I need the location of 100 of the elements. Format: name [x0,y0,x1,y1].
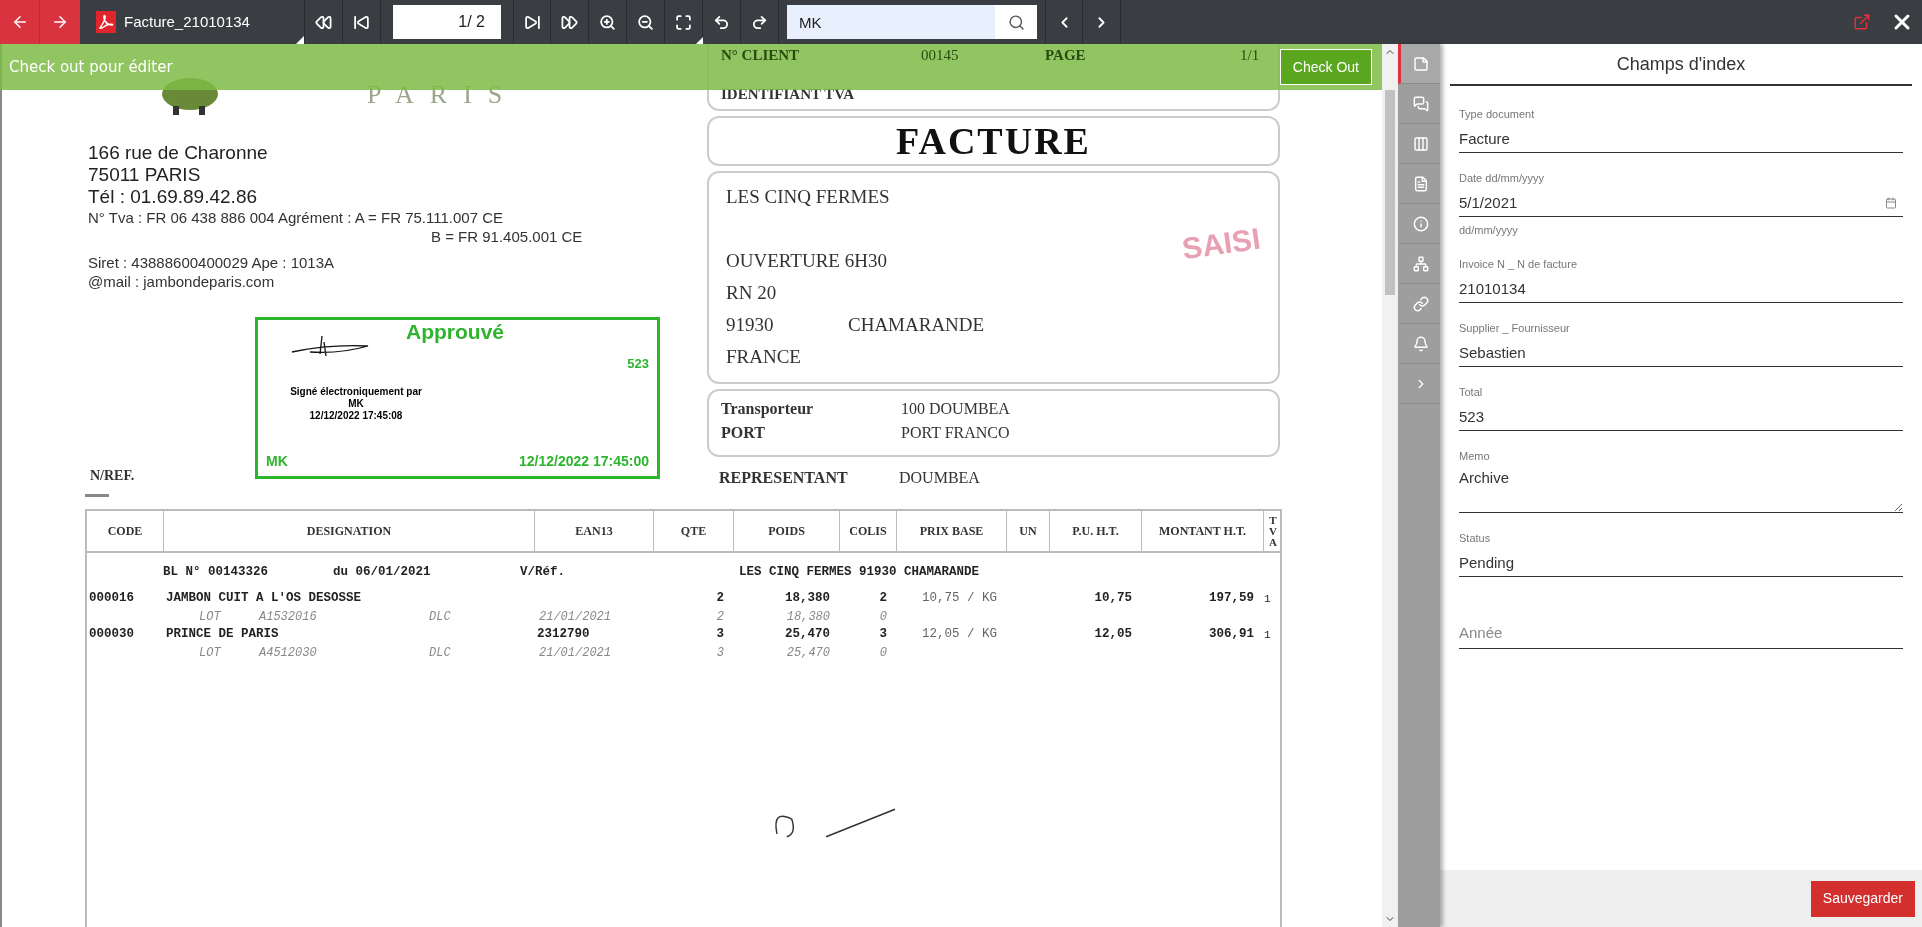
scrollbar[interactable] [1382,44,1398,927]
text-field[interactable]: 523 [1459,402,1903,431]
search-icon [1007,13,1025,31]
vat-id-label: IDENTIFIANT TVA [721,84,855,104]
field-label: Supplier _ Fournisseur [1459,320,1571,335]
calendar-icon[interactable] [1885,197,1897,209]
external-link-icon [1853,13,1871,31]
chat-bubbles-icon [1412,95,1429,112]
text-field[interactable]: Facture [1459,125,1903,153]
table-cell: 12,05 / KG [922,627,997,642]
field-label: Date dd/mm/yyyy [1459,171,1545,185]
link-icon [1412,295,1429,312]
reference-label: N/REF. [89,467,136,485]
scrollbar-thumb[interactable] [1385,90,1395,295]
delivery-address: LES CINQ FERMES 91930 CHAMARANDE [739,564,980,581]
date-field[interactable]: 5/1/2021 [1459,189,1903,217]
zoom-out-icon [637,13,654,31]
columns-icon [1412,135,1429,152]
recipient-address-line: RN 20 [726,281,778,305]
table-cell: 18,380 [785,591,830,606]
table-cell: 197,59 [1209,591,1254,606]
corner-triangle-icon [296,36,304,44]
column-header: UN [1019,524,1037,538]
column-header: EAN13 [575,524,613,538]
table-cell: 10,75 / KG [922,591,997,606]
table-cell: 18,380 [786,609,830,624]
client-label: N° CLIENT [721,46,801,65]
pdf-file-icon [96,11,116,33]
text-field[interactable]: 21010134 [1459,274,1903,303]
column-header: DESIGNATION [306,524,392,538]
sender-address-line: B = FR 91.405.001 CE [430,227,584,246]
text-field[interactable]: Pending [1459,548,1903,577]
info-icon [1412,215,1429,232]
expiry-label: DLC [429,608,451,626]
table-cell: 2 [716,591,724,606]
table-cell: 2 [879,591,887,606]
corner-triangle-icon [696,37,703,44]
lot-number: A4512030 [259,644,318,662]
double-triangle-left-icon [315,13,332,31]
table-cell: 25,470 [786,645,830,660]
column-header: CODE [107,524,143,538]
field-label: Memo [1459,448,1491,463]
checkout-message: Check out pour éditer [9,56,173,78]
lot-label: LOT [199,608,222,626]
back-button[interactable] [0,0,40,44]
forward-button[interactable] [40,0,80,44]
search-button[interactable] [995,5,1037,39]
sender-address-line: Tél : 01.69.89.42.86 [88,186,258,208]
double-triangle-right-icon [561,13,578,31]
skip-back-icon [353,13,370,31]
expiry-date: 21/01/2021 [539,609,611,624]
table-cell: 000016 [89,591,134,606]
sender-address-line: @mail : jambondeparis.com [88,272,276,291]
field-label: Status [1459,530,1492,545]
table-cell: 0 [879,645,887,660]
representative-label: REPRESENTANT [719,468,849,488]
column-header: TVA [1268,514,1278,548]
expiry-date: 21/01/2021 [539,645,611,660]
skip-forward-icon [523,13,541,31]
table-cell: 3 [716,627,724,642]
column-header: PRIX BASE [919,524,984,538]
arrow-right-icon [51,13,69,31]
rotate-right-icon [751,13,768,31]
search-field[interactable]: MK [787,5,995,39]
carrier-value: 100 DOUMBEA [901,399,1010,419]
table-cell: 2312790 [537,627,590,642]
carrier-label: Transporteur [721,399,815,420]
expiry-label: DLC [429,644,451,662]
table-cell: 2 [716,609,724,624]
hierarchy-icon [1412,255,1429,272]
save-button[interactable]: Sauvegarder [1810,880,1915,917]
your-reference-label: V/Réf. [520,564,566,581]
table-cell: 306,91 [1209,627,1254,642]
memo-field[interactable]: Archive [1459,466,1903,513]
delivery-note-number: BL N° 00143326 [163,564,270,581]
representative-value: DOUMBEA [899,468,980,488]
seized-stamp-text: SAISI [1178,220,1263,268]
rotate-left-icon [713,13,730,31]
page-number-field[interactable]: 1/ 2 [393,5,501,39]
recipient-city: CHAMARANDE [848,313,985,337]
column-header: COLIS [849,524,887,538]
table-cell: 000030 [89,627,134,642]
bell-icon [1412,335,1429,352]
signature-caption: Signé électroniquement par [290,385,422,398]
table-cell: 25,470 [785,627,830,642]
lot-label: LOT [199,644,222,662]
text-field[interactable]: Sebastien [1459,338,1903,367]
panel-title: Champs d'index [1616,52,1746,76]
delivery-note-date: du 06/01/2021 [333,564,432,581]
text-field[interactable]: Année [1459,616,1903,649]
recipient-country: FRANCE [726,345,802,369]
table-cell: 1 [1264,592,1271,605]
signature-time: 12/12/2022 17:45:08 [309,409,403,422]
recipient-postcode: 91930 [726,313,775,337]
carrier-label: PORT [721,423,766,443]
note-icon [1412,55,1429,72]
table-cell: JAMBON CUIT A L'OS DESOSSE [166,591,362,606]
side-rail-tab[interactable] [1398,44,1440,84]
page-label: PAGE [1045,46,1087,65]
zoom-in-icon [599,13,616,31]
